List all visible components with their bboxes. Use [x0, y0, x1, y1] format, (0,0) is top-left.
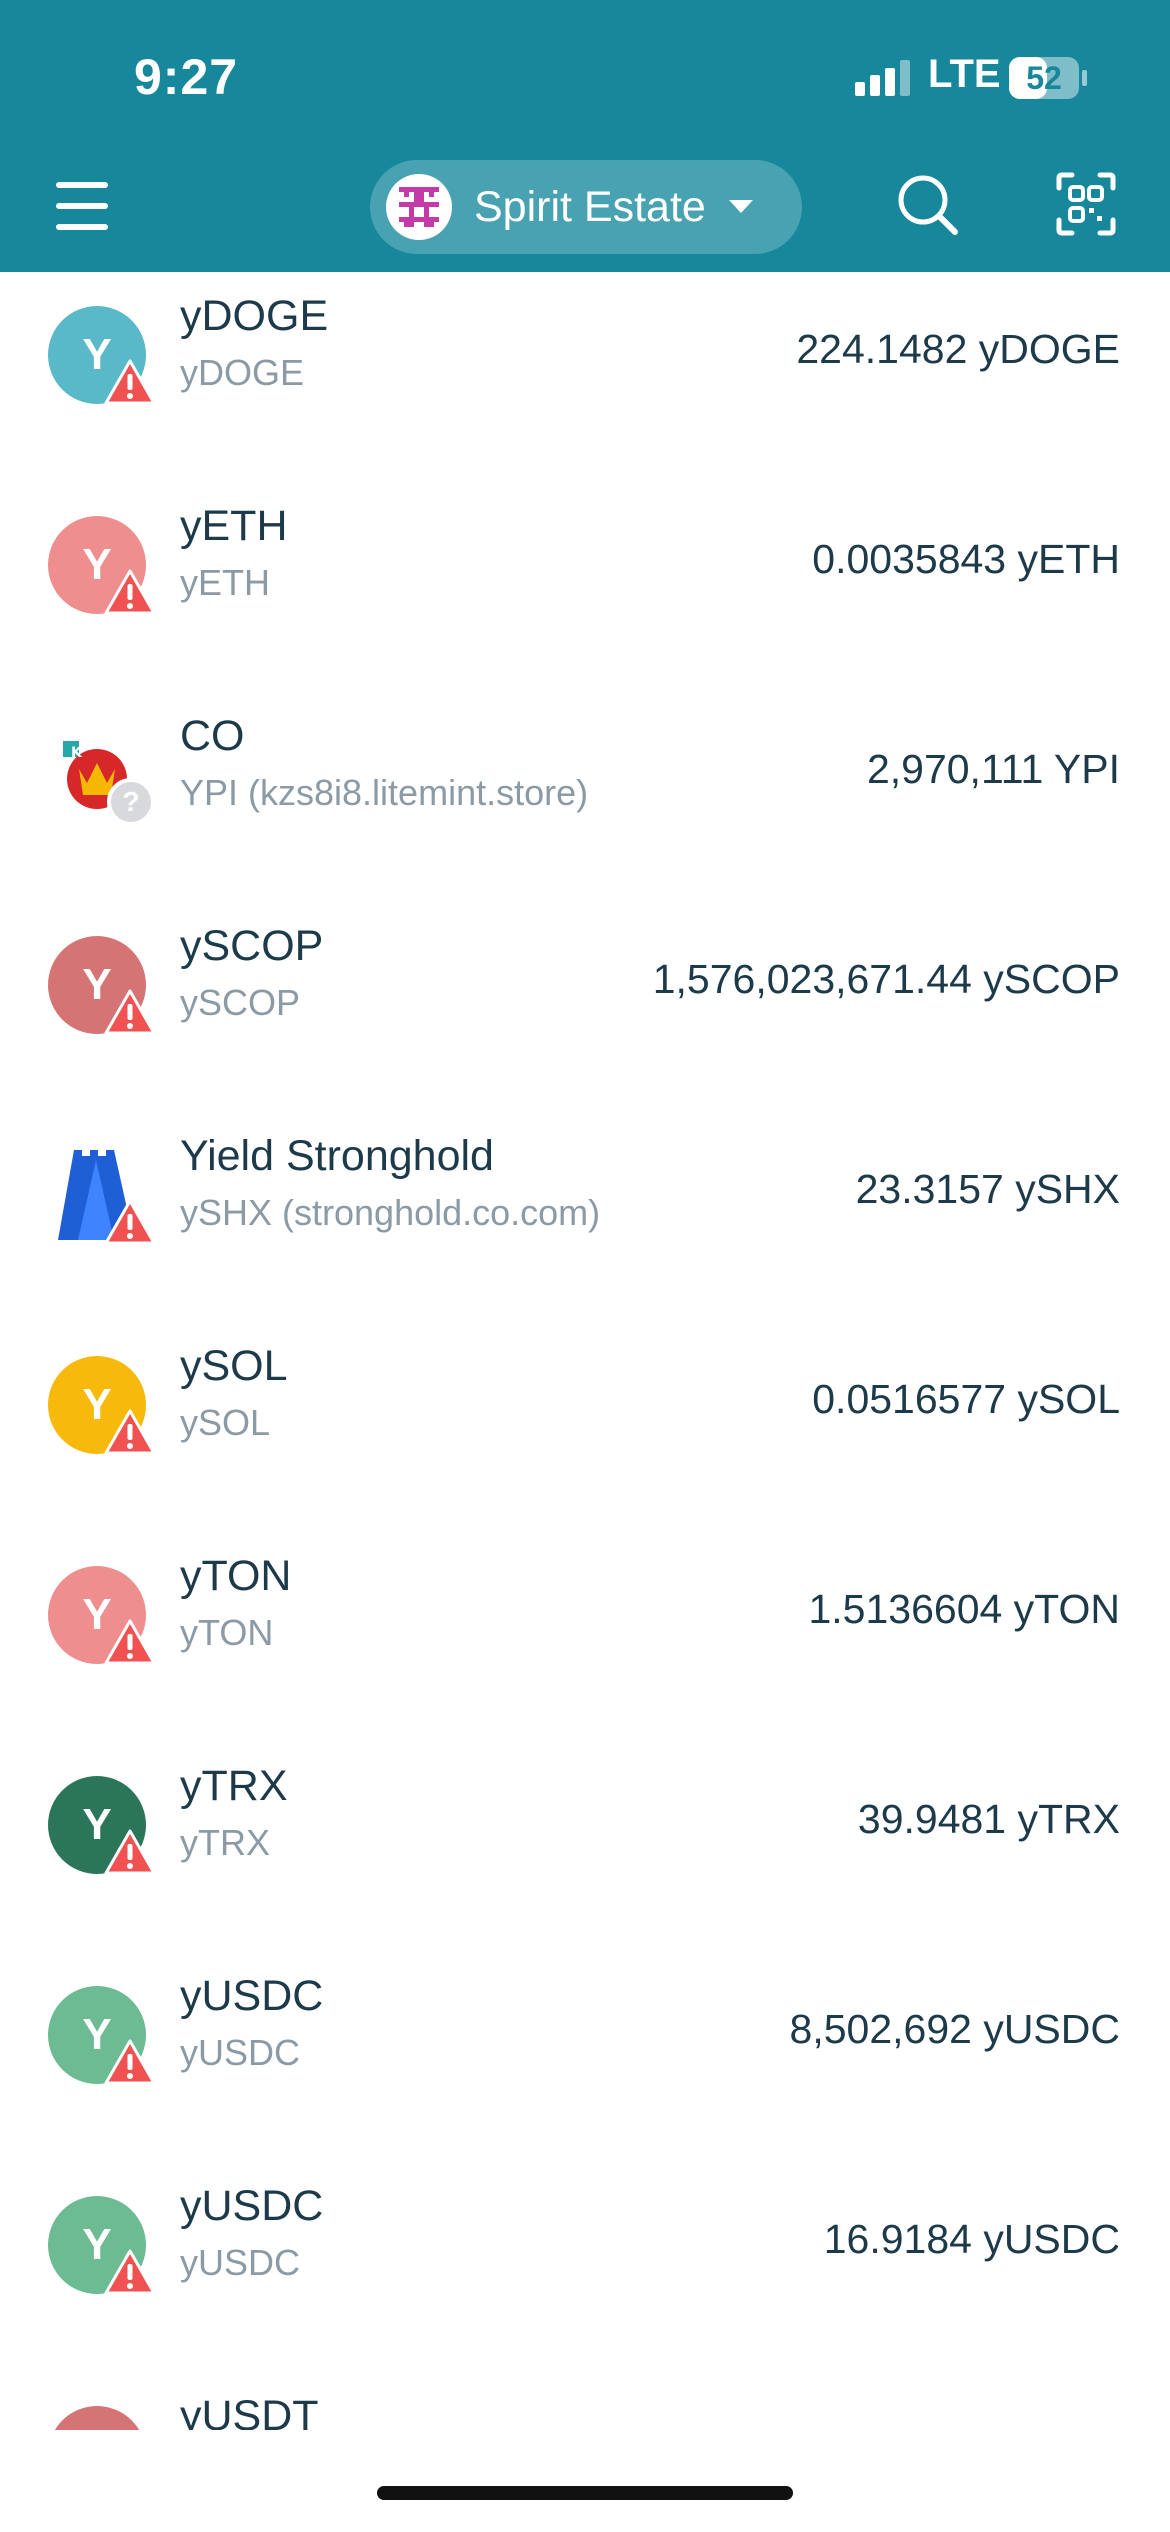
token-name: yUSDC: [180, 2182, 324, 2230]
battery-level: 52: [1026, 60, 1062, 96]
token-row[interactable]: Y yTRX yTRX 39.9481 yTRX: [0, 1742, 1170, 1952]
token-name: ySOL: [180, 1342, 288, 1390]
token-row[interactable]: Y yTON yTON 1.5136604 yTON: [0, 1532, 1170, 1742]
wallet-identicon-icon: [399, 187, 439, 227]
token-name: yTON: [180, 1552, 292, 1600]
token-row[interactable]: Y yUSDC yUSDC 8,502,692 yUSDC: [0, 1952, 1170, 2162]
warning-icon: [104, 1409, 156, 1455]
token-symbol: yUSDC: [180, 2032, 301, 2073]
token-balance: 8,502,692 yUSDC: [789, 2006, 1120, 2052]
warning-icon: [104, 359, 156, 405]
token-symbol: yUSDC: [180, 2242, 301, 2283]
token-balance: 2,970,111 YPI: [866, 746, 1120, 792]
token-balance: 0.0035843 yETH: [812, 536, 1120, 582]
warning-icon: [104, 1829, 156, 1875]
caret-down-icon: [728, 200, 753, 213]
token-symbol: yTON: [180, 1612, 274, 1653]
wallet-name: Spirit Estate: [474, 182, 706, 231]
token-row[interactable]: Y ySCOP ySCOP 1,576,023,671.44 ySCOP: [0, 902, 1170, 1112]
token-name: CO: [180, 712, 245, 760]
token-row[interactable]: K ? CO YPI (kzs8i8.litemint.store) 2,970…: [0, 692, 1170, 902]
token-row[interactable]: Y yDOGE yDOGE 224.1482 yDOGE: [0, 272, 1170, 482]
token-row[interactable]: Y ySOL ySOL 0.0516577 ySOL: [0, 1322, 1170, 1532]
token-name: yUSDC: [180, 1972, 324, 2020]
token-balance: 16.9184 yUSDC: [823, 2216, 1120, 2262]
token-list[interactable]: Y yDOGE yDOGE 224.1482 yDOGE Y yETH yETH…: [0, 272, 1170, 2430]
unknown-token-icon: ?: [107, 778, 155, 826]
token-row[interactable]: Y yETH yETH 0.0035843 yETH: [0, 482, 1170, 692]
token-balance: 0.0516577 ySOL: [812, 1376, 1120, 1422]
token-symbol: ySHX (stronghold.co.com): [180, 1192, 601, 1233]
search-icon[interactable]: [895, 172, 961, 238]
token-row[interactable]: Y yUSDC yUSDC 16.9184 yUSDC: [0, 2162, 1170, 2372]
token-name: ySCOP: [180, 922, 324, 970]
token-name: yUSDT: [180, 2392, 319, 2430]
token-name: Yield Stronghold: [180, 1132, 494, 1180]
network-type: LTE: [928, 52, 1001, 96]
token-balance: 1,576,023,671.44 ySCOP: [652, 956, 1120, 1002]
token-name: yETH: [180, 502, 288, 550]
token-name: yDOGE: [180, 292, 329, 340]
token-row[interactable]: Y yUSDT: [0, 2372, 1170, 2430]
token-balance: 39.9481 yTRX: [857, 1796, 1120, 1842]
wallet-avatar: [386, 174, 452, 240]
token-symbol: yDOGE: [180, 352, 305, 393]
token-balance: 23.3157 ySHX: [855, 1166, 1120, 1212]
warning-icon: [104, 569, 156, 615]
token-symbol: ySOL: [180, 1402, 271, 1443]
warning-icon: [104, 2039, 156, 2085]
battery-indicator: 52: [1008, 56, 1088, 100]
token-symbol: yETH: [180, 562, 270, 603]
cellular-signal-icon: [855, 60, 910, 96]
wallet-selector[interactable]: Spirit Estate: [370, 160, 802, 254]
svg-text:K: K: [71, 745, 83, 761]
token-balance: 1.5136604 yTON: [808, 1586, 1120, 1632]
token-symbol: yTRX: [180, 1822, 270, 1863]
token-icon: Y: [48, 2406, 146, 2430]
status-time: 9:27: [134, 49, 239, 105]
token-symbol: YPI (kzs8i8.litemint.store): [180, 772, 589, 813]
token-name: yTRX: [180, 1762, 288, 1810]
qr-scan-icon[interactable]: [1056, 172, 1116, 236]
hamburger-menu-icon[interactable]: [52, 178, 112, 234]
warning-icon: [104, 1199, 156, 1245]
home-indicator[interactable]: [377, 2486, 793, 2500]
warning-icon: [104, 989, 156, 1035]
token-row[interactable]: Yield Stronghold ySHX (stronghold.co.com…: [0, 1112, 1170, 1322]
top-bar: 9:27 LTE 52 Spirit Estate: [0, 0, 1170, 272]
warning-icon: [104, 1619, 156, 1665]
token-balance: 224.1482 yDOGE: [796, 326, 1120, 372]
token-symbol: ySCOP: [180, 982, 301, 1023]
warning-icon: [104, 2249, 156, 2295]
